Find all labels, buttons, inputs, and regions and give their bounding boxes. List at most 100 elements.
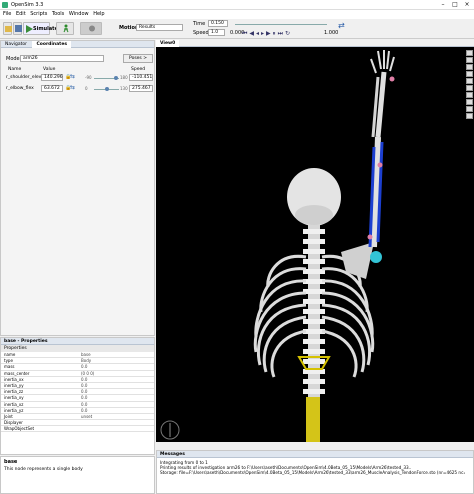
- tab-navigator[interactable]: Navigator: [1, 41, 31, 48]
- property-key: mass: [4, 364, 15, 370]
- coord-slider-knob[interactable]: [105, 87, 109, 91]
- properties-title: base - Properties: [1, 338, 154, 345]
- range-max: 180: [120, 75, 128, 80]
- loop-icon[interactable]: ⇄: [338, 21, 345, 30]
- property-key: mass_center: [4, 370, 30, 376]
- property-value[interactable]: 0.0: [81, 364, 87, 370]
- properties-table: name base type Body mass 0.0 mass_center (0 0 0…: [1, 352, 154, 433]
- menu-bar: File Edit Scripts Tools Window Help: [0, 10, 474, 19]
- record-icon[interactable]: [466, 92, 473, 98]
- poses-button[interactable]: Poses >: [123, 54, 153, 63]
- running-man-icon: [63, 24, 69, 33]
- clamp-icon[interactable]: ⇆: [70, 73, 75, 80]
- property-key: Displayer: [4, 420, 23, 426]
- property-value[interactable]: unset: [81, 414, 92, 420]
- save-button[interactable]: [13, 22, 22, 35]
- window-title: OpenSim 3.3: [11, 2, 44, 8]
- property-value[interactable]: 0.0: [81, 377, 87, 383]
- viewer-tabs: View0: [156, 40, 474, 47]
- close-icon[interactable]: ×: [462, 1, 472, 9]
- coord-name: r_shoulder_elev: [6, 75, 42, 80]
- clamp-icon[interactable]: ⇆: [70, 84, 75, 91]
- property-value[interactable]: Body: [81, 358, 91, 364]
- 3d-viewer[interactable]: [156, 47, 474, 442]
- motion-tool-button[interactable]: [80, 22, 102, 35]
- property-value[interactable]: 0.0: [81, 408, 87, 414]
- property-key: inertia_xx: [4, 376, 24, 382]
- maximize-icon[interactable]: □: [450, 1, 460, 9]
- messages-pane: Messages Integrating from 0 to 1 Printin…: [156, 450, 474, 494]
- refit-icon[interactable]: [466, 106, 473, 112]
- coord-value-input[interactable]: 63.672: [41, 85, 63, 92]
- tab-coordinates[interactable]: Coordinates: [32, 41, 72, 48]
- range-min: 0: [85, 86, 88, 91]
- property-key: inertia_xy: [4, 395, 24, 401]
- toolbar: Simulate Motion: Results Time 0.150 Spee…: [0, 19, 474, 39]
- property-key: inertia_zz: [4, 389, 24, 395]
- property-value[interactable]: 0.0: [81, 402, 87, 408]
- property-value[interactable]: 0.0: [81, 389, 87, 395]
- speed-input[interactable]: 1.0: [208, 29, 225, 36]
- time-slider[interactable]: [235, 24, 327, 25]
- menu-file[interactable]: File: [3, 11, 11, 17]
- ruler-icon[interactable]: [466, 113, 473, 119]
- zoom-out-icon[interactable]: [466, 78, 473, 84]
- menu-help[interactable]: Help: [93, 11, 104, 17]
- properties-pane: base - Properties Properties name base typ…: [0, 337, 155, 455]
- navigator-pane: Navigator Coordinates Model: arm26 Poses…: [0, 40, 155, 336]
- menu-tools[interactable]: Tools: [52, 11, 64, 17]
- skeleton-model: [160, 50, 395, 442]
- info-text: This node represents a single body: [4, 467, 83, 472]
- property-value[interactable]: 0.0: [81, 383, 87, 389]
- property-key: inertia_xz: [4, 401, 24, 407]
- message-line: Storage: file=F:\Users\aseth\Documents\O…: [160, 470, 465, 476]
- speed-label: Speed: [193, 30, 209, 36]
- coord-speed-input[interactable]: 275.467: [129, 85, 153, 92]
- title-bar: OpenSim 3.3 – □ ×: [0, 0, 474, 10]
- view-side-icon[interactable]: [466, 57, 473, 63]
- property-value[interactable]: 0.0: [81, 395, 87, 401]
- col-name: Name: [8, 67, 22, 72]
- axes-icon[interactable]: [466, 99, 473, 105]
- range-max: 130: [120, 86, 128, 91]
- navigator-tabs: Navigator Coordinates: [1, 41, 154, 48]
- property-value[interactable]: (0 0 0): [81, 371, 94, 377]
- coord-slider-knob[interactable]: [114, 76, 118, 80]
- opensim-logo-icon: [2, 2, 8, 8]
- menu-scripts[interactable]: Scripts: [30, 11, 47, 17]
- time-label: Time: [193, 21, 206, 27]
- tab-view0[interactable]: View0: [156, 40, 180, 47]
- camera-icon[interactable]: [466, 85, 473, 91]
- property-key: name: [4, 352, 16, 357]
- coord-row: r_shoulder_elev 140.296 🔒 ⇆ -90 180 -110…: [3, 73, 154, 83]
- run-tool-button[interactable]: [56, 22, 74, 35]
- save-icon: [15, 25, 22, 32]
- col-value: Value: [43, 67, 56, 72]
- speed-max: 1.000: [324, 30, 339, 36]
- coord-value-input[interactable]: 140.296: [41, 74, 63, 81]
- properties-section: Properties: [1, 345, 154, 352]
- simulate-button[interactable]: Simulate: [23, 22, 58, 35]
- zoom-in-icon[interactable]: [466, 71, 473, 77]
- playback-controls[interactable]: ⏮◀◂▸▶⏸⏭↻: [242, 30, 292, 38]
- menu-edit[interactable]: Edit: [16, 11, 26, 17]
- model-select[interactable]: arm26: [20, 55, 104, 62]
- property-row[interactable]: WrapObjectSet: [1, 426, 154, 433]
- menu-window[interactable]: Window: [69, 11, 89, 17]
- property-key: Joint: [4, 413, 13, 419]
- view-front-icon[interactable]: [466, 50, 473, 56]
- time-input[interactable]: 0.150: [208, 20, 228, 27]
- property-key: inertia_yz: [4, 407, 24, 413]
- coord-row: r_elbow_flex 63.672 🔒 ⇆ 0 130 275.467: [3, 84, 154, 94]
- property-key: inertia_yy: [4, 382, 24, 388]
- col-speed: Speed: [131, 67, 146, 72]
- property-key: type: [4, 358, 13, 364]
- minimize-icon[interactable]: –: [438, 1, 448, 9]
- messages-log: Integrating from 0 to 1 Printing results…: [157, 458, 465, 478]
- view-toolbar: [466, 50, 473, 120]
- view-top-icon[interactable]: [466, 64, 473, 70]
- coord-speed-input[interactable]: -110.451: [129, 74, 153, 81]
- open-model-button[interactable]: [3, 22, 12, 35]
- property-value[interactable]: base: [81, 352, 91, 358]
- motion-select[interactable]: Results: [136, 24, 183, 31]
